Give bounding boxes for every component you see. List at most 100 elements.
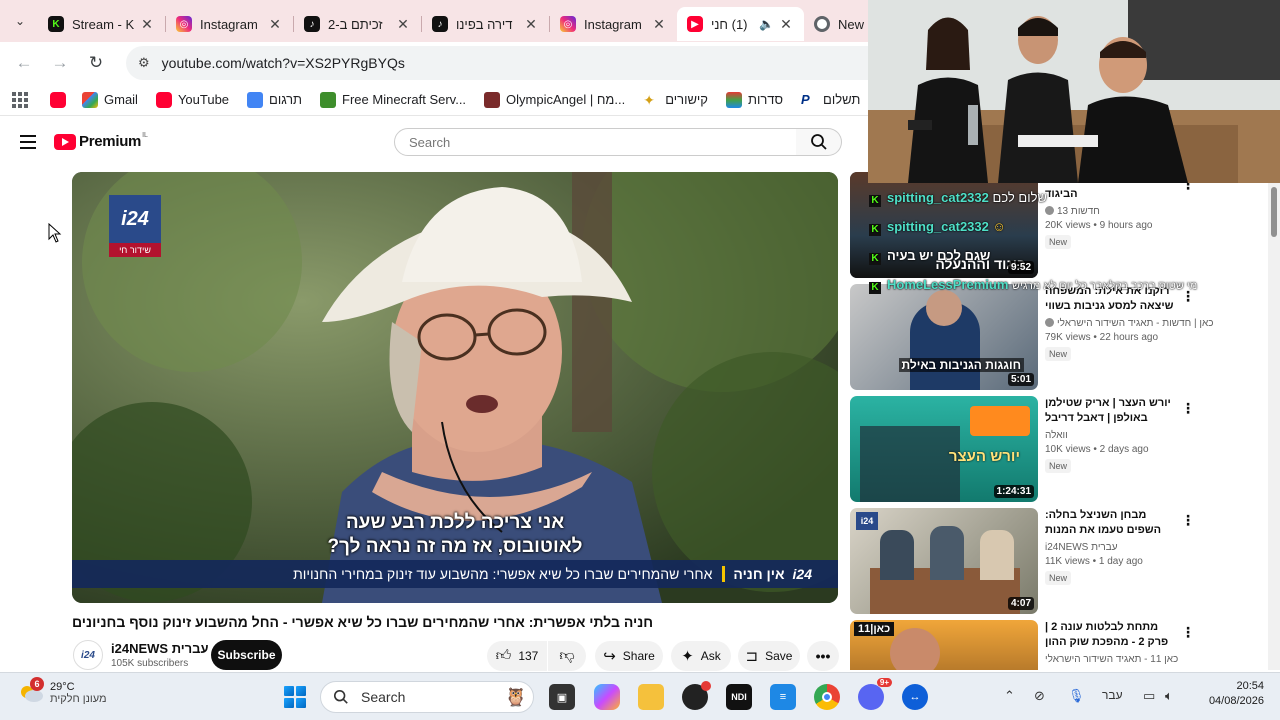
- windows-start-icon[interactable]: [284, 686, 306, 708]
- weather-widget[interactable]: 6 29°C מעונן חלקית: [18, 677, 107, 705]
- search-icon: [333, 689, 348, 704]
- tab-title: Stream - K: [72, 16, 135, 32]
- more-vertical-icon[interactable]: ⋮: [1181, 512, 1195, 529]
- recommendation-thumbnail[interactable]: כאן|11: [850, 620, 1038, 670]
- recommendation-item[interactable]: יורש העצר 1:24:31 יורש העצר | אריק שטילמ…: [850, 396, 1270, 503]
- more-vertical-icon[interactable]: ⋮: [1181, 624, 1195, 641]
- teamviewer-icon[interactable]: ↔: [902, 684, 928, 710]
- recommendation-views: 79K views • 22 hours ago: [1045, 332, 1159, 343]
- recommendation-thumbnail[interactable]: חוגגות הגניבות באילת 5:01: [850, 284, 1038, 390]
- menu-icon[interactable]: [20, 135, 36, 149]
- tab-title: זכיתם ב-2: [328, 16, 383, 32]
- forward-arrow-icon[interactable]: →: [48, 51, 72, 75]
- chevron-up-icon[interactable]: ⌃: [1004, 688, 1015, 704]
- temperature: 29°C: [50, 681, 75, 693]
- share-label: Share: [622, 649, 655, 663]
- taskbar-search[interactable]: Search 🦉: [320, 681, 534, 713]
- tab-youtube-active[interactable]: ▶ (1) חני 🔈 ✕: [677, 7, 804, 41]
- apps-grid-icon[interactable]: [12, 91, 28, 108]
- verified-icon: [1045, 318, 1054, 327]
- language-indicator[interactable]: עבר: [1102, 688, 1123, 702]
- taskbar-search-label: Search: [361, 689, 406, 705]
- channel-text: חדשות 13: [1057, 206, 1100, 217]
- search-input[interactable]: Search: [394, 128, 797, 156]
- close-icon[interactable]: ✕: [139, 16, 155, 33]
- notepad-icon[interactable]: ≡: [770, 684, 796, 710]
- more-vertical-icon[interactable]: ⋮: [1181, 400, 1195, 417]
- tab-search-chevron-icon[interactable]: ⌄: [8, 9, 32, 33]
- app-record-icon[interactable]: [682, 681, 711, 710]
- bookmark-payment[interactable]: P תשלום: [801, 92, 860, 108]
- recommendation-thumbnail[interactable]: i24 4:07: [850, 508, 1038, 614]
- ndi-icon[interactable]: NDI: [726, 684, 752, 710]
- display-icon[interactable]: ▭: [1143, 688, 1155, 704]
- channel-avatar[interactable]: i24: [73, 640, 103, 670]
- bookmark-links[interactable]: ✦ קישורים: [643, 92, 708, 108]
- tab-instagram-1[interactable]: ◎ Instagram ✕: [166, 7, 293, 41]
- close-icon[interactable]: ✕: [651, 16, 667, 33]
- channel-name[interactable]: i24NEWS עברית: [111, 641, 209, 656]
- like-button[interactable]: 👍︎ 137: [487, 641, 547, 671]
- copilot-icon[interactable]: [594, 684, 620, 710]
- task-view-icon[interactable]: ▣: [549, 684, 575, 710]
- recommendation-channel: כאן 11 - תאגיד השידור הישראלי: [1045, 654, 1178, 665]
- chat-username: spitting_cat2332: [887, 190, 989, 205]
- youtube-play-icon: [54, 133, 76, 150]
- volume-icon[interactable]: 🔈︎: [1165, 688, 1173, 704]
- chat-message: K שגם לכם יש בעיה: [869, 248, 990, 265]
- close-icon[interactable]: ✕: [778, 16, 794, 33]
- bookmark-minecraft[interactable]: Free Minecraft Serv...: [320, 91, 466, 108]
- recommendation-thumbnail[interactable]: יורש העצר 1:24:31: [850, 396, 1038, 502]
- save-button[interactable]: ⊐ Save: [738, 641, 800, 671]
- thumbnail-caption: חוגגות הגניבות באילת: [898, 358, 1024, 372]
- tab-kick[interactable]: K Stream - K ✕: [38, 7, 165, 41]
- channel-text: וואלה: [1045, 430, 1068, 441]
- tab-title: Instagram: [200, 16, 258, 32]
- microphone-icon[interactable]: 🎙︎: [1068, 688, 1085, 704]
- tv-icon: [725, 91, 742, 108]
- chrome-taskbar-icon[interactable]: [814, 684, 840, 710]
- close-icon[interactable]: ✕: [523, 16, 539, 33]
- file-explorer-icon[interactable]: [638, 684, 664, 710]
- more-actions-button[interactable]: •••: [807, 641, 839, 671]
- close-icon[interactable]: ✕: [267, 16, 283, 33]
- bookmark-youtube-shortcut[interactable]: [50, 91, 72, 108]
- video-player[interactable]: i24 שידור חי אני צריכה ללכת רבע שעה לאוט…: [72, 172, 838, 603]
- bookmark-translate[interactable]: תרגום: [247, 91, 302, 108]
- tab-tiktok-2[interactable]: ♪ דירה בפינו ✕: [422, 7, 549, 41]
- duration-label: 4:07: [1007, 597, 1034, 610]
- dislike-button[interactable]: 👎︎: [548, 641, 586, 671]
- page-scrollbar[interactable]: [1268, 183, 1280, 670]
- tab-new-tab[interactable]: New T: [804, 7, 864, 41]
- bookmark-gmail[interactable]: Gmail: [82, 91, 138, 108]
- share-button[interactable]: ↪ Share: [595, 641, 663, 671]
- kick-icon: K: [869, 253, 881, 265]
- mouse-cursor-icon: [48, 223, 62, 243]
- bookmark-youtube[interactable]: YouTube: [155, 91, 229, 108]
- search-button[interactable]: [796, 128, 842, 156]
- site-settings-icon[interactable]: ⚙: [138, 55, 150, 71]
- tab-tiktok-1[interactable]: ♪ זכיתם ב-2 ✕: [294, 7, 421, 41]
- discord-icon[interactable]: 9+: [858, 678, 892, 710]
- bookmark-series[interactable]: סדרות: [725, 91, 783, 108]
- recommendation-item[interactable]: חוגגות הגניבות באילת 5:01 רוקנו את אילת:…: [850, 284, 1270, 391]
- tab-instagram-2[interactable]: ◎ Instagram ✕: [550, 7, 677, 41]
- reload-icon[interactable]: ↻: [84, 51, 108, 75]
- url-field[interactable]: ⚙ youtube.com/watch?v=XS2PYRgBYQs: [126, 46, 886, 80]
- close-icon[interactable]: ✕: [395, 16, 411, 33]
- network-off-icon[interactable]: ⊘: [1034, 688, 1045, 704]
- subscribe-button[interactable]: Subscribe: [211, 640, 282, 670]
- bookmark-olympicangel[interactable]: OlympicAngel | מח...: [484, 91, 625, 108]
- ask-button[interactable]: ✦ Ask: [671, 641, 731, 671]
- speaker-icon[interactable]: 🔈: [759, 17, 774, 31]
- ticker-logo: i24: [792, 566, 812, 582]
- recommendation-item[interactable]: i24 4:07 מבחן השניצל בחלה: השפים טעמו את…: [850, 508, 1270, 615]
- youtube-premium-logo[interactable]: Premium IL: [54, 132, 148, 150]
- scrollbar-thumb[interactable]: [1271, 187, 1277, 237]
- minecraft-icon: [320, 91, 337, 108]
- system-clock[interactable]: 20:54 04/08/2026: [1209, 680, 1264, 707]
- logo-word: Premium: [79, 133, 142, 150]
- recommendation-channel: i24NEWS עברית: [1045, 542, 1175, 553]
- back-arrow-icon[interactable]: ←: [12, 51, 36, 75]
- recommendation-item[interactable]: כאן|11 מתחת לבלטות עונה 2 | פרק 2 - מהפכ…: [850, 620, 1270, 670]
